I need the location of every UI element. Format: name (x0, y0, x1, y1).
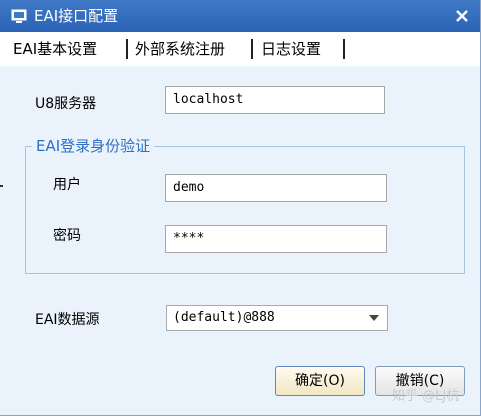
title-bar[interactable]: EAI接口配置 (0, 0, 480, 32)
tab-external-system-registration[interactable]: 外部系统注册 (135, 32, 225, 66)
server-label: U8服务器 (35, 96, 97, 112)
edge-artifact (0, 185, 3, 187)
tab-separator (126, 39, 128, 59)
chevron-down-icon[interactable] (369, 315, 379, 321)
ok-button[interactable]: 确定(O) (275, 366, 365, 396)
window-title: EAI接口配置 (34, 7, 119, 25)
password-label: 密码 (53, 228, 81, 244)
tab-separator (251, 39, 253, 59)
user-label: 用户 (53, 177, 81, 193)
eai-config-dialog: EAI接口配置 EAI基本设置 外部系统注册 日志设置 U8服务器 localh… (0, 0, 481, 416)
tab-strip: EAI基本设置 外部系统注册 日志设置 (0, 32, 480, 66)
password-input[interactable]: **** (165, 225, 387, 253)
auth-group-legend: EAI登录身份验证 (32, 136, 155, 156)
datasource-select[interactable]: (default)@888 (166, 305, 388, 331)
app-window-icon (11, 9, 27, 23)
datasource-selected-value: (default)@888 (173, 310, 275, 325)
user-input[interactable]: demo (165, 174, 387, 202)
datasource-label: EAI数据源 (35, 312, 100, 328)
watermark: 知乎 @LJ杭 (392, 389, 460, 404)
tab-eai-basic-settings[interactable]: EAI基本设置 (13, 32, 97, 66)
close-icon[interactable] (452, 6, 472, 26)
server-input[interactable]: localhost (165, 86, 385, 114)
tab-log-settings[interactable]: 日志设置 (261, 32, 321, 66)
tab-separator (343, 39, 345, 59)
auth-groupbox (25, 146, 465, 274)
tab-content-basic-settings: U8服务器 localhost EAI登录身份验证 用户 demo 密码 ***… (0, 66, 480, 415)
